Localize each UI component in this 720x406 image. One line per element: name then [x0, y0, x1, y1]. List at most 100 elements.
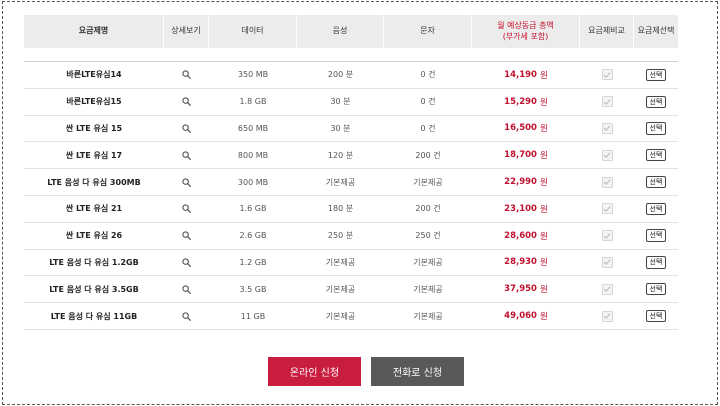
price-unit: 원 — [539, 258, 548, 269]
search-icon[interactable] — [182, 151, 191, 160]
voice-amount: 기본제공 — [325, 284, 356, 294]
sms-amount: 0 건 — [420, 97, 436, 107]
detail-cell — [164, 223, 209, 249]
plan-name: LTE 음성 다 유심 3.5GB — [49, 284, 139, 294]
compare-checkbox[interactable] — [601, 283, 613, 295]
price-value: 22,990 — [504, 177, 537, 188]
compare-checkbox[interactable] — [601, 256, 613, 268]
search-icon[interactable] — [182, 285, 191, 294]
header-monthly-line1: 월 예상동급 총액 — [497, 20, 554, 30]
compare-cell — [580, 89, 634, 115]
compare-checkbox[interactable] — [601, 230, 613, 242]
price-value: 28,600 — [504, 230, 537, 241]
search-icon[interactable] — [182, 70, 191, 80]
monthly-price: 16,500 원 — [472, 116, 580, 142]
data-amount: 800 MB — [237, 150, 269, 160]
select-plan-button[interactable]: 선택 — [645, 309, 667, 323]
detail-cell — [164, 116, 209, 142]
select-plan-button[interactable]: 선택 — [645, 256, 667, 269]
online-apply-button[interactable]: 온라인 신청 — [268, 357, 361, 386]
price-value: 37,950 — [504, 284, 537, 295]
select-plan-button[interactable]: 선택 — [645, 175, 667, 189]
monthly-price: 14,190 원 — [472, 62, 580, 88]
search-icon[interactable] — [182, 258, 191, 267]
compare-cell — [580, 169, 634, 195]
select-plan-button[interactable]: 선택 — [645, 95, 667, 108]
detail-cell — [164, 303, 209, 329]
phone-apply-button[interactable]: 전화로 신청 — [371, 357, 464, 386]
compare-cell — [580, 116, 634, 142]
sms-amount: 0 건 — [420, 123, 436, 133]
monthly-price: 18,700 원 — [472, 142, 580, 168]
select-plan-button[interactable]: 선택 — [645, 283, 667, 296]
sms-amount: 200 건 — [415, 204, 441, 214]
sms-amount: 0 건 — [420, 70, 436, 80]
monthly-price: 49,060 원 — [472, 303, 580, 329]
monthly-price: 15,290 원 — [472, 89, 580, 115]
data-amount: 3.5 GB — [239, 284, 267, 294]
price-value: 14,190 — [504, 69, 537, 80]
price-unit: 원 — [539, 124, 548, 135]
monthly-price: 28,600 원 — [472, 223, 580, 249]
table-row: LTE 음성 다 유심 11GB 11 GB 기본제공 기본제공 49,060 원 선택 — [24, 303, 678, 330]
voice-amount: 기본제공 — [325, 257, 356, 267]
search-icon[interactable] — [182, 97, 191, 107]
table-header: 요금제명 상세보기 데이터 음성 문자 월 예상동급 총액 (부가세 포함) 요… — [24, 15, 678, 48]
monthly-price: 23,100 원 — [472, 196, 580, 222]
price-value: 15,290 — [504, 96, 537, 107]
header-monthly-line2: (부가세 포함) — [502, 31, 549, 41]
search-icon[interactable] — [182, 311, 191, 321]
price-unit: 원 — [539, 70, 548, 81]
select-cell: 선택 — [634, 223, 678, 249]
select-plan-button[interactable]: 선택 — [645, 149, 667, 162]
data-amount: 2.6 GB — [239, 231, 267, 241]
plan-name: 싼 LTE 유심 21 — [65, 204, 123, 214]
header-monthly: 월 예상동급 총액 (부가세 포함) — [472, 15, 580, 48]
table-row: LTE 음성 다 유심 300MB 300 MB 기본제공 기본제공 22,990 원 선택 — [24, 169, 678, 196]
compare-checkbox[interactable] — [601, 96, 613, 108]
data-amount: 1.8 GB — [239, 97, 267, 107]
search-icon[interactable] — [182, 124, 191, 133]
select-plan-button[interactable]: 선택 — [645, 122, 667, 135]
search-icon[interactable] — [182, 231, 191, 241]
table-body: 바른LTE유심14 350 MB 200 분0 건 14,190 원 선택 바른LTE유심1… — [24, 62, 678, 330]
data-amount: 350 MB — [237, 70, 269, 80]
monthly-price: 37,950 원 — [472, 276, 580, 302]
data-amount: 1.2 GB — [239, 257, 267, 267]
select-plan-button[interactable]: 선택 — [645, 229, 667, 242]
compare-cell — [580, 62, 634, 88]
compare-cell — [580, 142, 634, 168]
price-unit: 원 — [539, 231, 548, 242]
table-row: LTE 음성 다 유심 1.2GB 1.2 GB 기본제공 기본제공 28,930 원 선택 — [24, 250, 678, 277]
sms-amount: 기본제공 — [413, 257, 443, 267]
sms-amount: 기본제공 — [413, 311, 443, 321]
header-plan: 요금제명 — [24, 15, 164, 48]
voice-amount: 기본제공 — [325, 311, 356, 321]
select-plan-button[interactable]: 선택 — [645, 68, 667, 82]
compare-checkbox[interactable] — [601, 69, 613, 81]
sms-amount: 기본제공 — [413, 284, 443, 294]
compare-checkbox[interactable] — [601, 176, 613, 188]
data-amount: 11 GB — [240, 311, 266, 321]
plan-name: LTE 음성 다 유심 300MB — [47, 177, 141, 187]
table-row: 싼 LTE 유심 21 1.6 GB 180 분 200 건 23,100 원 선택 — [24, 196, 678, 223]
detail-cell — [164, 89, 209, 115]
table-row: 바른LTE유심14 350 MB 200 분 0 건 14,190 원 선택 — [24, 62, 678, 89]
plan-name: 싼 LTE 유심 15 — [65, 123, 123, 133]
compare-checkbox[interactable] — [601, 122, 613, 134]
header-detail: 상세보기 — [164, 15, 209, 48]
search-icon[interactable] — [182, 204, 191, 214]
price-value: 28,930 — [504, 257, 537, 268]
plan-name: 싼 LTE 유심 17 — [65, 150, 123, 160]
table-row: 싼 LTE 유심 17 800 MB 120 분 200 건 18,700 원 선택 — [24, 142, 678, 170]
compare-checkbox[interactable] — [601, 203, 613, 215]
plan-name: 바른LTE유심15 — [66, 97, 122, 107]
search-icon[interactable] — [182, 177, 191, 187]
select-plan-button[interactable]: 선택 — [645, 202, 667, 216]
compare-checkbox[interactable] — [601, 310, 613, 322]
price-unit: 원 — [539, 178, 548, 189]
price-value: 16,500 — [504, 123, 537, 134]
compare-checkbox[interactable] — [601, 149, 613, 161]
voice-amount: 250 분 — [327, 231, 354, 241]
detail-cell — [164, 142, 209, 168]
